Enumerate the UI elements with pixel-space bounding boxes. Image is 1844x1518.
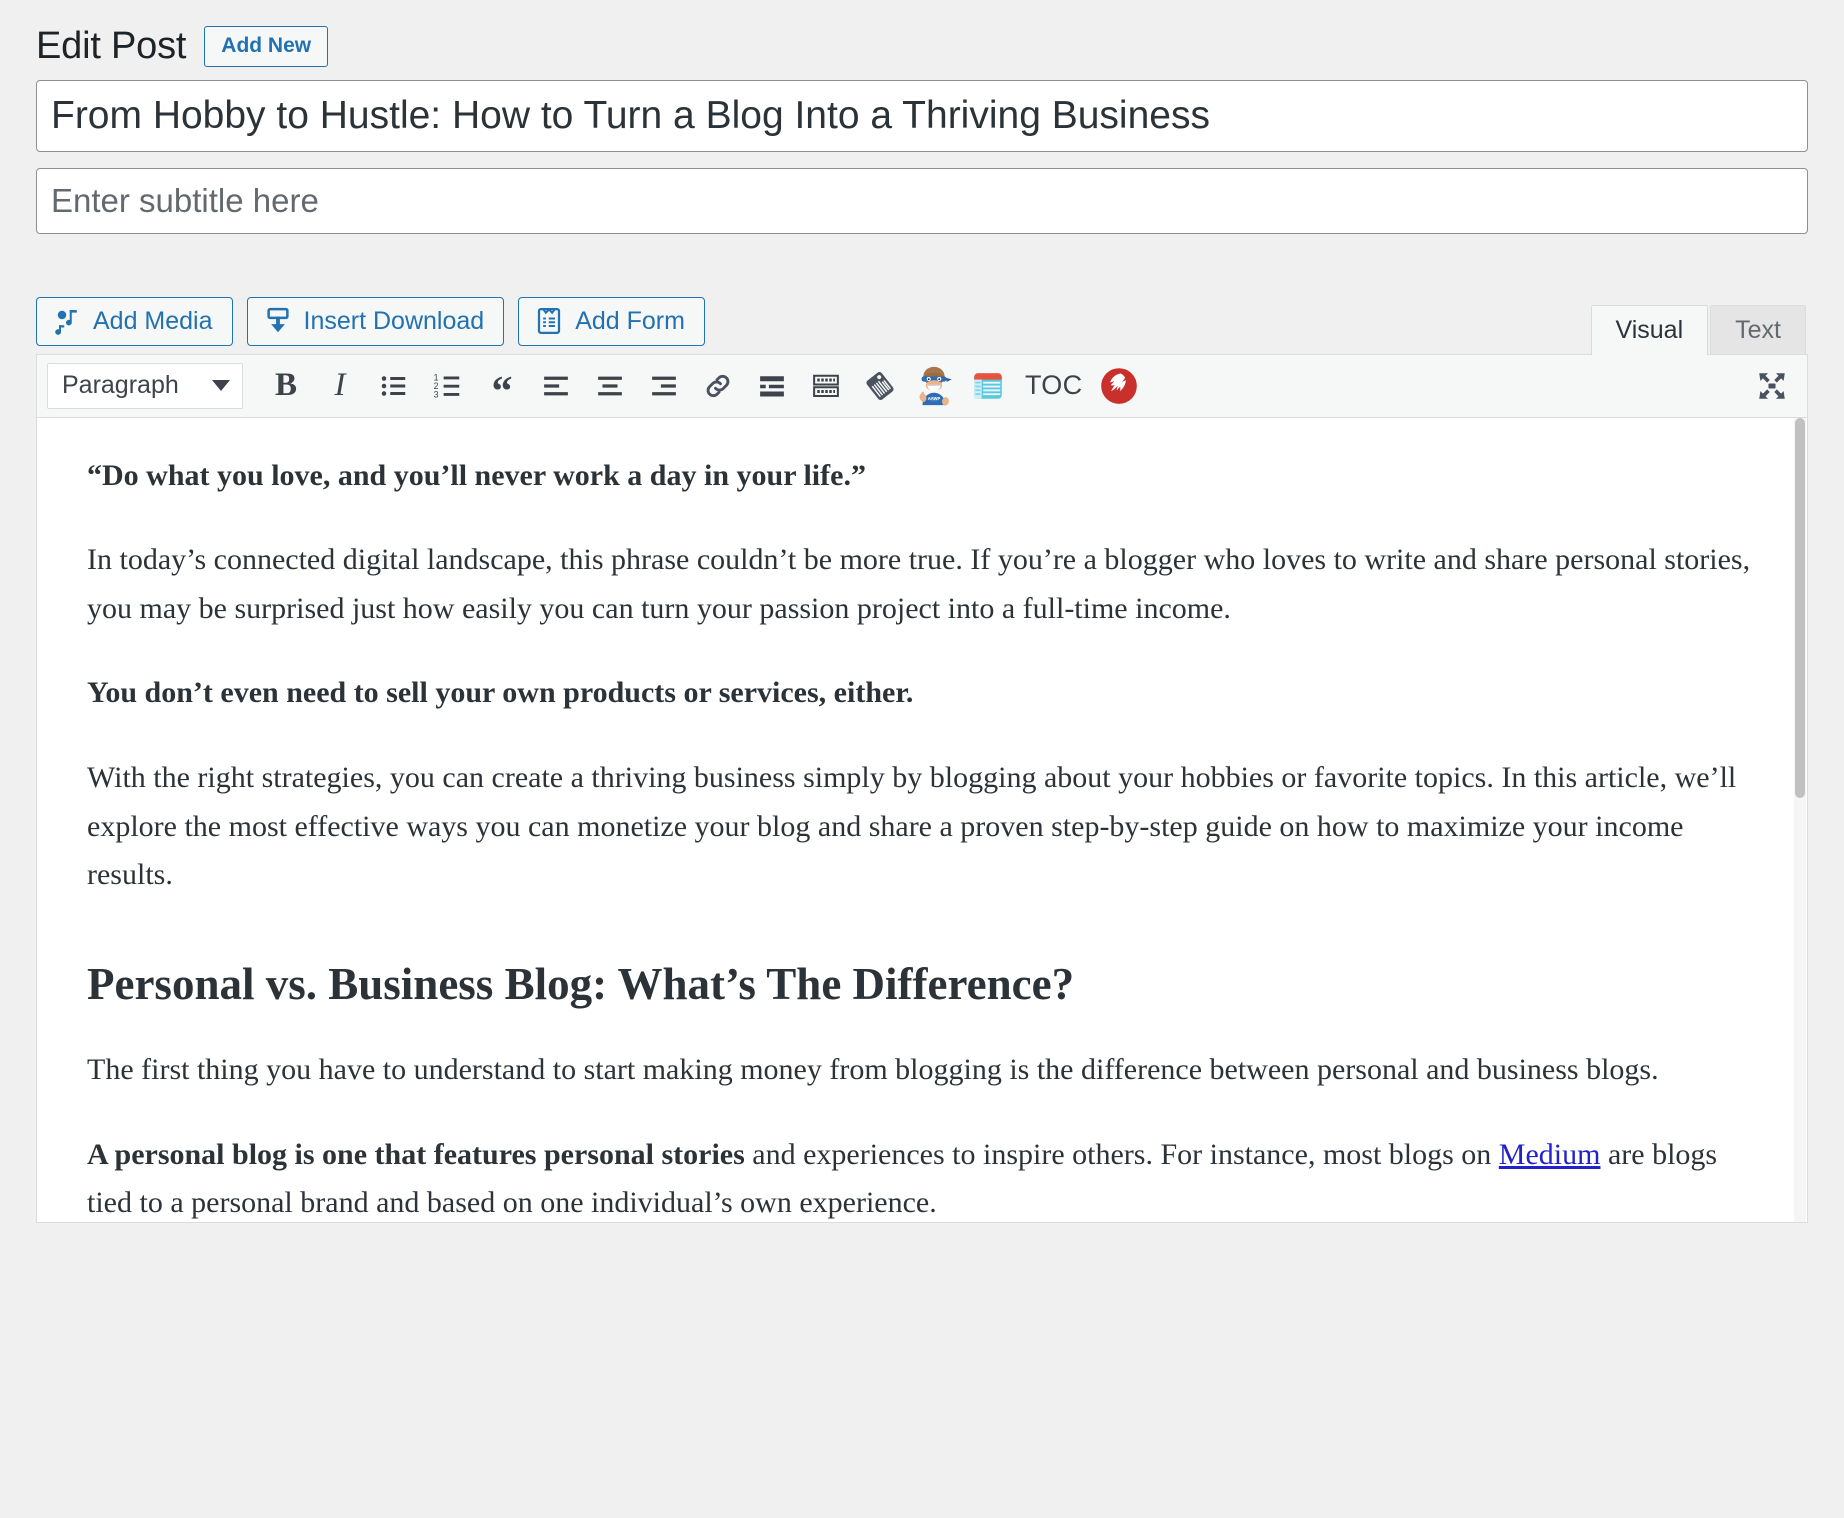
align-left-button[interactable]	[529, 362, 583, 410]
table-button[interactable]	[961, 362, 1015, 410]
add-new-button[interactable]: Add New	[204, 26, 329, 68]
medium-link[interactable]: Medium	[1499, 1138, 1601, 1171]
blockquote-button[interactable]: “	[475, 362, 529, 416]
numbered-list-icon: 1 2 3	[433, 371, 463, 401]
add-form-icon	[534, 306, 564, 336]
insert-download-button[interactable]: Insert Download	[246, 296, 505, 346]
content-paragraph-1: In today’s connected digital landscape, …	[87, 543, 1751, 625]
insert-download-icon	[263, 306, 293, 336]
bold-button[interactable]: B	[259, 362, 313, 410]
align-center-icon	[595, 371, 625, 401]
add-form-label: Add Form	[575, 306, 685, 335]
bulleted-list-button[interactable]	[367, 362, 421, 410]
bulleted-list-icon	[379, 371, 409, 401]
bold-icon: B	[274, 367, 297, 404]
insert-link-icon	[703, 371, 733, 401]
mascot-icon: AAWP	[911, 363, 957, 409]
editor-top-row: Add Media Insert Download Add Form Visua…	[36, 296, 1809, 355]
mascot-button[interactable]: AAWP	[907, 362, 961, 410]
align-center-button[interactable]	[583, 362, 637, 410]
read-more-icon	[757, 371, 787, 401]
price-tag-icon	[864, 370, 896, 402]
add-media-label: Add Media	[93, 306, 213, 335]
insert-download-label: Insert Download	[303, 306, 485, 335]
editor-container: Add Media Insert Download Add Form Visua…	[36, 296, 1809, 1223]
content-heading-2: Personal vs. Business Blog: What’s The D…	[87, 958, 1075, 1009]
content-paragraph-3: The first thing you have to understand t…	[87, 1053, 1659, 1086]
content-bold-line-2: You don’t even need to sell your own pro…	[87, 676, 914, 710]
editor-content-area[interactable]: “Do what you love, and you’ll never work…	[36, 417, 1808, 1223]
insert-link-button[interactable]	[691, 362, 745, 410]
fullscreen-button[interactable]	[1745, 362, 1799, 410]
chevron-down-icon	[212, 380, 230, 392]
format-select[interactable]: Paragraph	[47, 362, 243, 409]
svg-text:3: 3	[434, 389, 439, 399]
editor-toolbar: Paragraph B I 1 2 3 “ AAWP TOC	[36, 353, 1808, 418]
editor-scrollbar[interactable]	[1794, 417, 1806, 1222]
price-tag-button[interactable]	[853, 362, 907, 410]
content-quote: “Do what you love, and you’ll never work…	[87, 458, 866, 492]
content-paragraph-4: A personal blog is one that features per…	[87, 1131, 1757, 1222]
content-paragraph-2: With the right strategies, you can creat…	[87, 760, 1737, 892]
table-icon	[971, 369, 1005, 403]
add-media-icon	[52, 306, 82, 336]
align-right-button[interactable]	[637, 362, 691, 410]
add-media-button[interactable]: Add Media	[36, 296, 233, 346]
fullscreen-icon	[1755, 369, 1789, 403]
editor-mode-tabs: Visual Text	[1590, 304, 1809, 355]
italic-button[interactable]: I	[313, 362, 367, 410]
blockquote-icon: “	[491, 369, 513, 416]
toc-button[interactable]: TOC	[1015, 370, 1092, 401]
page-title: Edit Post	[36, 25, 187, 67]
add-form-button[interactable]: Add Form	[518, 296, 705, 346]
align-left-icon	[541, 371, 571, 401]
page-header: Edit Post Add New	[0, 0, 1844, 80]
tab-visual[interactable]: Visual	[1590, 304, 1709, 355]
format-select-value: Paragraph	[62, 371, 179, 400]
post-subtitle-input[interactable]: Enter subtitle here	[36, 167, 1808, 234]
align-right-icon	[649, 371, 679, 401]
distraction-free-keyboard-icon	[811, 371, 841, 401]
lightning-bolt-icon	[1100, 367, 1138, 405]
post-fields: From Hobby to Hustle: How to Turn a Blog…	[0, 79, 1844, 234]
numbered-list-button[interactable]: 1 2 3	[421, 362, 475, 410]
post-title-input[interactable]: From Hobby to Hustle: How to Turn a Blog…	[36, 79, 1808, 152]
read-more-button[interactable]	[745, 362, 799, 410]
content-paragraph-4-mid: and experiences to inspire others. For i…	[744, 1137, 1499, 1171]
tab-text[interactable]: Text	[1710, 304, 1806, 355]
content-paragraph-4-bold: A personal blog is one that features per…	[87, 1137, 745, 1171]
editor-scrollbar-thumb[interactable]	[1795, 417, 1805, 798]
svg-text:AAWP: AAWP	[928, 396, 941, 401]
italic-icon: I	[334, 367, 346, 404]
distraction-free-keyboard-button[interactable]	[799, 362, 853, 410]
media-buttons-group: Add Media Insert Download Add Form	[36, 296, 705, 354]
lightning-bolt-button[interactable]	[1092, 362, 1146, 410]
